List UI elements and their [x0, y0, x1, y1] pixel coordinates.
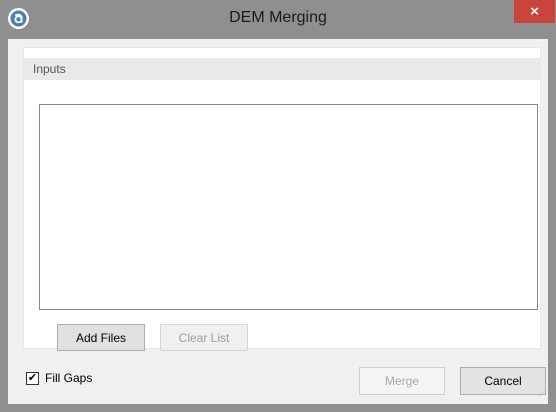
fill-gaps-label: Fill Gaps — [45, 371, 93, 385]
checkmark-icon: ✔ — [27, 371, 38, 384]
inputs-group-header: Inputs — [24, 58, 540, 80]
dialog-window: DEM Merging × Inputs Add Files Clear Lis… — [0, 0, 556, 412]
inputs-group: Inputs Add Files Clear List — [23, 47, 541, 351]
window-title: DEM Merging — [229, 9, 327, 26]
close-icon: × — [530, 3, 539, 20]
merge-button[interactable]: Merge — [359, 367, 445, 395]
input-files-list[interactable] — [39, 104, 538, 310]
fill-gaps-option[interactable]: ✔ Fill Gaps — [26, 370, 92, 386]
dialog-client-area: Inputs Add Files Clear List ✔ Fill Gaps … — [8, 39, 548, 404]
cancel-button[interactable]: Cancel — [460, 367, 546, 395]
clear-list-button[interactable]: Clear List — [160, 324, 248, 351]
resize-grip-icon[interactable]: ⋰ — [538, 389, 547, 398]
add-files-button[interactable]: Add Files — [57, 324, 145, 351]
title-bar[interactable]: DEM Merging × — [0, 0, 556, 39]
fill-gaps-checkbox[interactable]: ✔ — [26, 371, 39, 385]
close-button[interactable]: × — [514, 0, 555, 23]
